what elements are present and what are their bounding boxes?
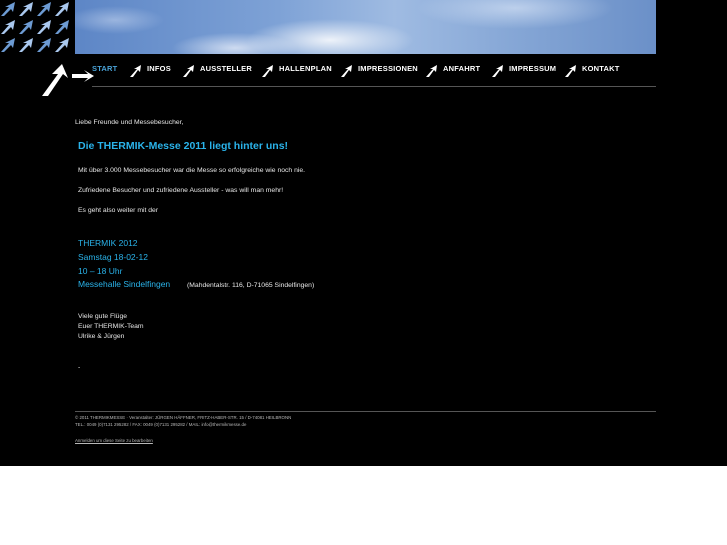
paragraph-continue: Es geht also weiter mit der xyxy=(78,207,159,214)
arrow-icon xyxy=(183,65,194,77)
big-arrow-icon xyxy=(42,64,94,96)
closing-line-2: Euer THERMIK-Team xyxy=(78,323,144,330)
arrow-icon xyxy=(492,65,503,77)
arrow-icon xyxy=(130,65,141,77)
logo-arrow-icon xyxy=(19,20,33,34)
nav-label: IMPRESSUM xyxy=(509,64,557,73)
nav-label: ANFAHRT xyxy=(443,64,481,73)
arrow-icon xyxy=(341,65,352,77)
nav-label: AUSSTELLER xyxy=(200,64,253,73)
nav-item-anfahrt[interactable]: ANFAHRT xyxy=(425,60,480,80)
paragraph-satisfaction: Zufriedene Besucher und zufriedene Ausst… xyxy=(78,187,284,194)
separator-dash: - xyxy=(78,364,81,371)
closing-line-3: Ulrike & Jürgen xyxy=(78,333,125,340)
logo-arrow-icon xyxy=(37,2,51,16)
event-name: THERMIK 2012 xyxy=(78,238,138,248)
logo-arrow-grid xyxy=(0,0,72,54)
logo-arrow-icon xyxy=(19,38,33,52)
arrow-icon xyxy=(426,65,437,77)
page-headline: Die THERMIK-Messe 2011 liegt hinter uns! xyxy=(78,140,289,152)
logo-arrow-icon xyxy=(1,20,15,34)
logo-arrow-icon xyxy=(1,38,15,52)
logo-arrow-icon xyxy=(37,20,51,34)
logo-arrow-icon xyxy=(55,38,69,52)
logo-arrow-icon xyxy=(55,2,69,16)
nav-divider xyxy=(92,86,656,87)
logo-arrow-icon xyxy=(37,38,51,52)
nav-label: KONTAKT xyxy=(582,64,620,73)
nav-label: START xyxy=(92,64,118,73)
arrow-icon xyxy=(262,65,273,77)
nav-item-impressum[interactable]: IMPRESSUM xyxy=(491,60,556,80)
event-address: (Mahdentalstr. 116, D-71065 Sindelfingen… xyxy=(187,282,315,289)
nav-label: IMPRESSIONEN xyxy=(358,64,418,73)
page: START INFOS AUSSTELLER HALLENPLAN IMPRES… xyxy=(0,0,727,466)
main-navigation: START INFOS AUSSTELLER HALLENPLAN IMPRES… xyxy=(92,60,662,82)
logo-arrow-icon xyxy=(1,2,15,16)
nav-label: HALLENPLAN xyxy=(279,64,332,73)
nav-item-infos[interactable]: INFOS xyxy=(129,60,171,80)
footer-contact: TEL.: 0049 (0)7131 295282 / FAX: 0049 (0… xyxy=(75,422,247,427)
nav-item-aussteller[interactable]: AUSSTELLER xyxy=(182,60,252,80)
footer-copyright: © 2011 THERMIKMESSE · Veranstalter: JÜRG… xyxy=(75,415,292,420)
paragraph-visitors: Mit über 3.000 Messebesucher war die Mes… xyxy=(78,167,306,174)
nav-item-impressionen[interactable]: IMPRESSIONEN xyxy=(340,60,418,80)
event-venue: Messehalle Sindelfingen xyxy=(78,279,171,289)
logo-arrow-icon xyxy=(55,20,69,34)
footer: © 2011 THERMIKMESSE · Veranstalter: JÜRG… xyxy=(75,414,291,428)
closing-line-1: Viele gute Flüge xyxy=(78,313,127,320)
nav-item-hallenplan[interactable]: HALLENPLAN xyxy=(261,60,332,80)
nav-label: INFOS xyxy=(147,64,171,73)
footer-divider xyxy=(75,411,656,412)
login-edit-link[interactable]: Anmelden um diese Seite zu bearbeiten xyxy=(75,438,153,443)
nav-item-kontakt[interactable]: KONTAKT xyxy=(564,60,620,80)
greeting-text: Liebe Freunde und Messebesucher, xyxy=(75,119,184,126)
sky-banner xyxy=(75,0,656,54)
event-date: Samstag 18-02-12 xyxy=(78,252,148,262)
nav-item-start[interactable]: START xyxy=(92,60,117,80)
event-time: 10 – 18 Uhr xyxy=(78,266,123,276)
logo-arrow-icon xyxy=(19,2,33,16)
arrow-icon xyxy=(565,65,576,77)
